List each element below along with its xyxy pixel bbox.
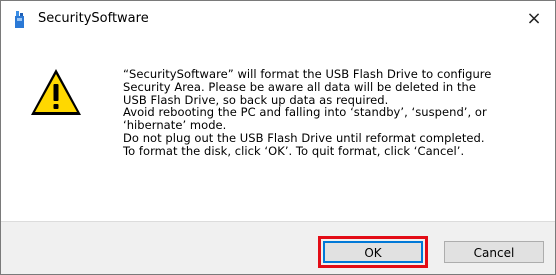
dialog-message: “SecuritySoftware” will format the USB F… — [123, 68, 543, 158]
message-line: Do not plug out the USB Flash Drive unti… — [123, 130, 485, 145]
title-bar: SecuritySoftware × — [1, 1, 555, 39]
close-icon: × — [526, 8, 542, 29]
button-bar: OK Cancel — [1, 221, 555, 274]
dialog-content: “SecuritySoftware” will format the USB F… — [1, 39, 555, 221]
warning-triangle-icon — [29, 67, 83, 117]
message-line: To format the disk, click ‘OK’. To quit … — [123, 143, 465, 158]
close-button[interactable]: × — [519, 5, 549, 33]
message-line: Security Area. Please be aware all data … — [123, 79, 476, 94]
cancel-button[interactable]: Cancel — [444, 241, 544, 263]
message-line: “SecuritySoftware” will format the USB F… — [123, 67, 492, 81]
security-software-dialog: SecuritySoftware × “SecuritySoftware” wi… — [0, 0, 556, 275]
usb-drive-icon — [13, 11, 29, 29]
window-title: SecuritySoftware — [38, 11, 149, 26]
ok-button[interactable]: OK — [323, 241, 423, 263]
